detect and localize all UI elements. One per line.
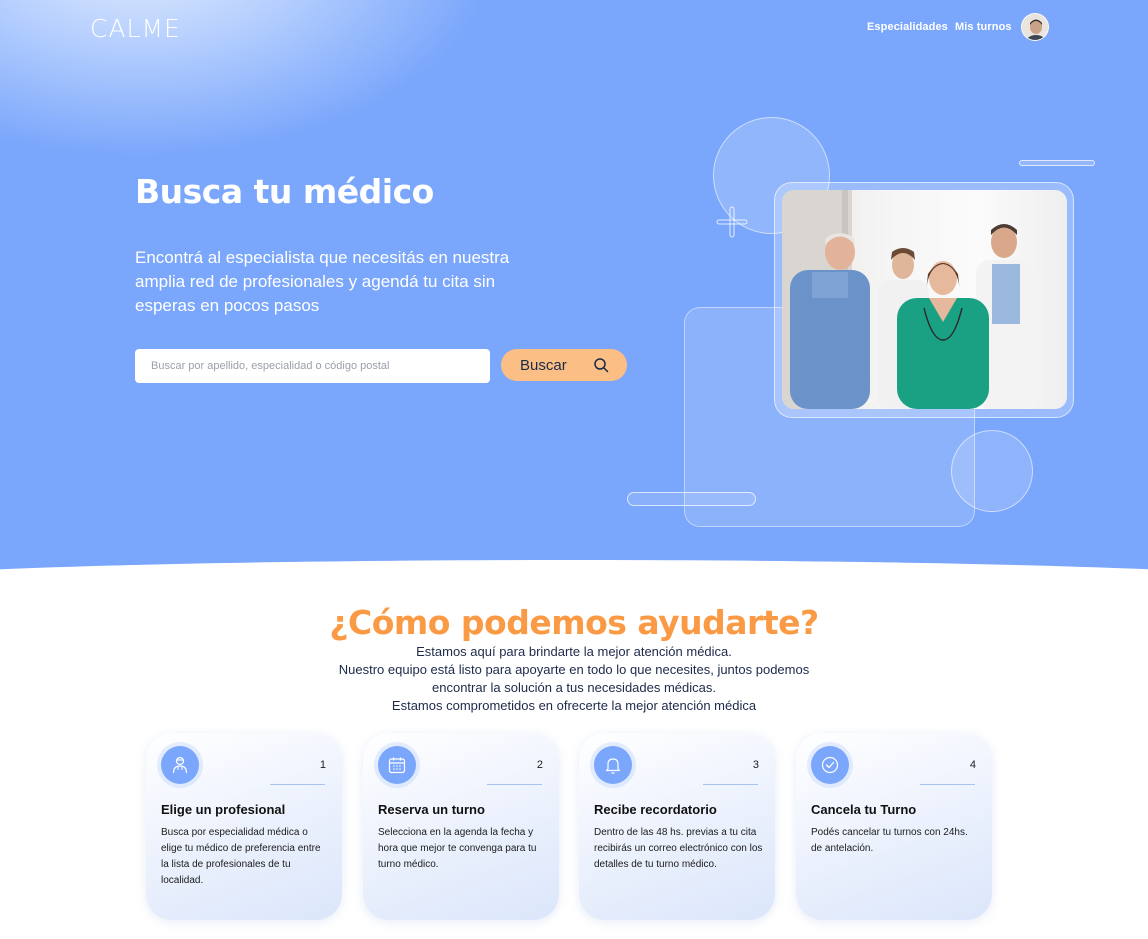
doctors-photo — [782, 190, 1067, 409]
card-icon-badge — [378, 746, 416, 784]
pill-decoration-bottom — [627, 492, 756, 506]
plus-icon — [716, 206, 748, 238]
card-title: Cancela tu Turno — [811, 802, 917, 817]
help-section-title: ¿Cómo podemos ayudarte? — [329, 603, 819, 642]
help-line: Nuestro equipo está listo para apoyarte … — [338, 662, 810, 677]
hero-glow — [0, 0, 500, 160]
nav-mis-turnos[interactable]: Mis turnos — [955, 21, 1012, 33]
avatar[interactable] — [1021, 13, 1049, 41]
card-text: Dentro de las 48 hs. previas a tu cita r… — [594, 827, 763, 870]
hero-curve-divider — [0, 560, 1148, 600]
step-card-1[interactable]: 1 Elige un profesional Busca por especia… — [146, 733, 342, 920]
check-circle-icon — [821, 756, 839, 774]
logo[interactable]: CALME — [90, 14, 181, 43]
step-card-4[interactable]: 4 Cancela tu Turno Podés cancelar tu tur… — [796, 733, 992, 920]
help-section-text: Estamos aquí para brindarte la mejor ate… — [0, 643, 1148, 715]
card-title: Elige un profesional — [161, 802, 286, 817]
doctor-icon — [172, 756, 188, 774]
card-icon-badge — [811, 746, 849, 784]
card-text: Busca por especialidad médica o elige tu… — [161, 827, 321, 886]
card-divider — [920, 784, 975, 785]
card-number: 4 — [969, 759, 976, 771]
card-icon-badge — [594, 746, 632, 784]
card-icon-badge — [161, 746, 199, 784]
nav-especialidades[interactable]: Especialidades — [867, 21, 948, 33]
card-title: Reserva un turno — [378, 802, 485, 817]
user-avatar-icon — [1022, 14, 1048, 40]
hero-section: CALME Especialidades Mis turnos Busca tu… — [0, 0, 1148, 600]
help-line: Estamos aquí para brindarte la mejor ate… — [416, 644, 732, 659]
search-button[interactable]: Buscar — [501, 349, 627, 381]
calendar-icon — [388, 757, 406, 774]
search-input[interactable] — [135, 349, 490, 383]
hero-title: Busca tu médico — [135, 172, 434, 211]
hero-subtitle: Encontrá al especialista que necesitás e… — [135, 248, 510, 315]
card-title: Recibe recordatorio — [594, 802, 717, 817]
doctors-group-illustration — [782, 190, 1038, 409]
search-button-label: Buscar — [520, 356, 567, 374]
bell-icon — [605, 758, 621, 774]
step-card-2[interactable]: 2 Reserva un turno Selecciona en la agen… — [363, 733, 559, 920]
card-divider — [703, 784, 758, 785]
card-number: 1 — [319, 759, 326, 771]
card-number: 2 — [536, 759, 543, 771]
search-icon — [594, 358, 609, 373]
help-line: encontrar la solución a tus necesidades … — [432, 680, 716, 695]
card-divider — [270, 784, 325, 785]
card-text: Podés cancelar tu turnos con 24hs. de an… — [811, 827, 968, 854]
card-text: Selecciona en la agenda la fecha y hora … — [378, 827, 537, 870]
card-number: 3 — [752, 759, 759, 771]
step-card-3[interactable]: 3 Recibe recordatorio Dentro de las 48 h… — [579, 733, 775, 920]
card-divider — [487, 784, 542, 785]
help-line: Estamos comprometidos en ofrecerte la me… — [391, 698, 757, 713]
pill-decoration-top — [1019, 160, 1095, 166]
circle-decoration-bottom — [951, 430, 1033, 512]
